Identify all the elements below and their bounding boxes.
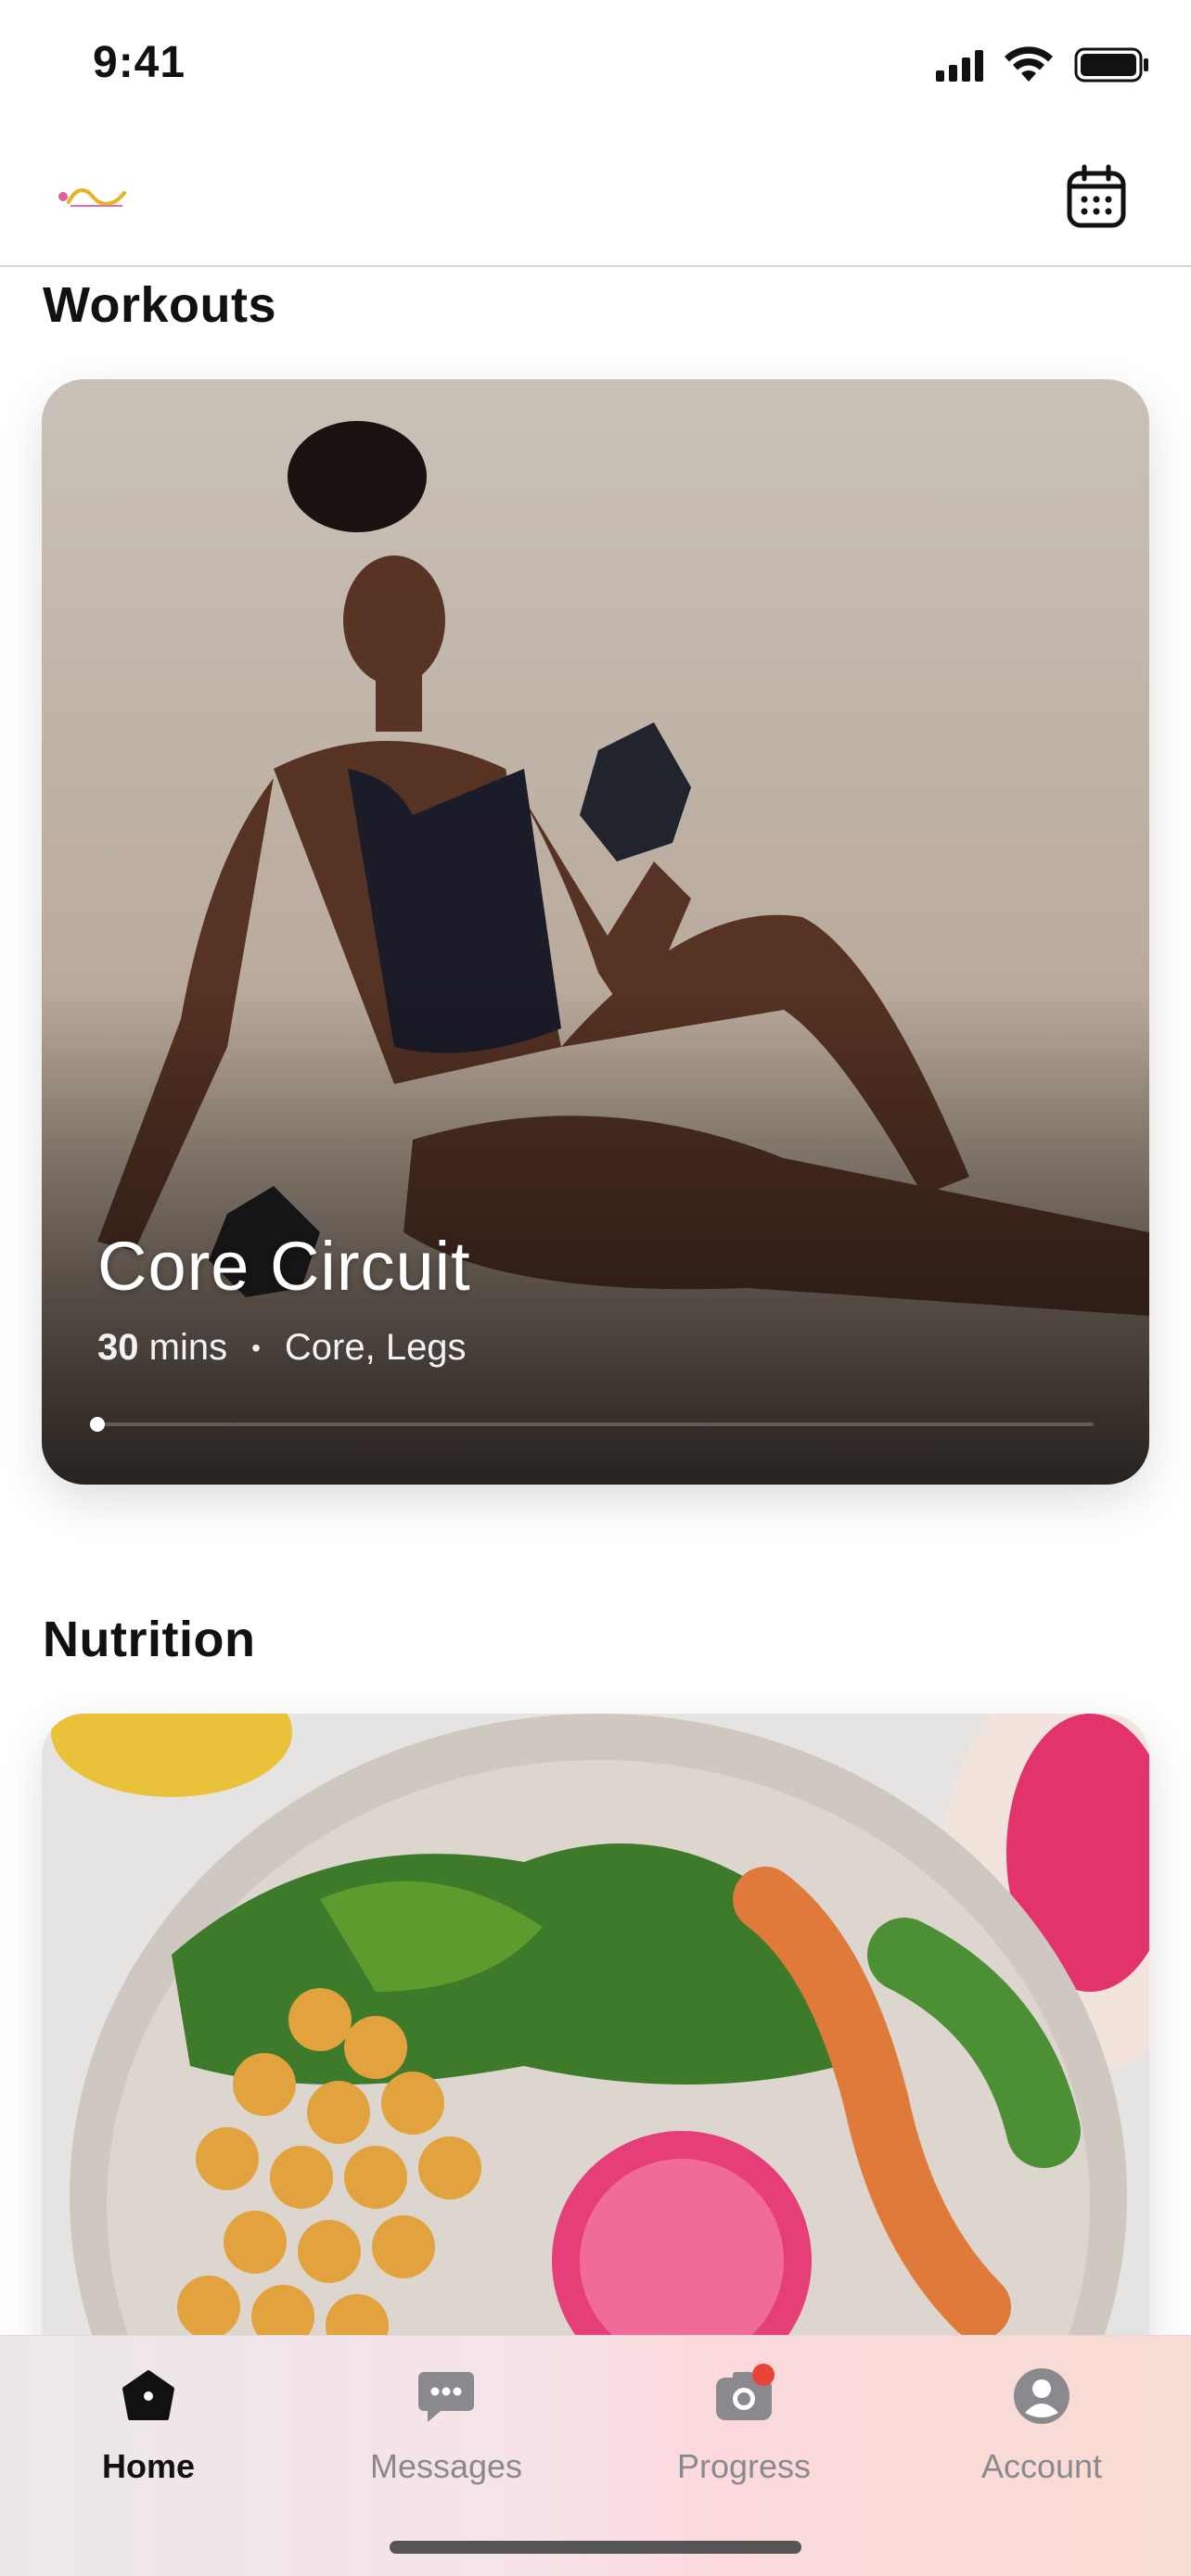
cellular-signal-icon: [936, 48, 983, 82]
home-icon: [116, 2364, 181, 2429]
nutrition-card[interactable]: [42, 1714, 1149, 2418]
app-header: [0, 130, 1191, 267]
sculpted-logo[interactable]: [58, 184, 128, 211]
tab-messages-label: Messages: [369, 2447, 523, 2485]
tab-account-label: Account: [980, 2447, 1103, 2485]
battery-icon: [1074, 47, 1148, 83]
progress-badge-dot: [752, 2364, 775, 2386]
tab-progress-label: Progress: [676, 2447, 812, 2485]
workout-progress-track: [90, 1417, 1094, 1432]
nutrition-section-title: Nutrition: [43, 1612, 256, 1667]
chat-bubble-icon: [414, 2364, 479, 2429]
nutrition-photo: [42, 1714, 1149, 2418]
tab-bar: Home Messages Progress Account: [0, 2335, 1191, 2576]
person-icon: [1009, 2364, 1074, 2429]
workout-card[interactable]: Core Circuit 30 mins • Core, Legs: [42, 379, 1149, 1485]
calendar-button[interactable]: [1063, 163, 1130, 230]
camera-icon: [711, 2364, 776, 2429]
tab-account[interactable]: Account: [893, 2364, 1190, 2512]
tab-home[interactable]: Home: [0, 2364, 297, 2512]
tab-home-label: Home: [101, 2447, 196, 2485]
home-indicator: [390, 2541, 801, 2554]
wifi-icon: [1005, 46, 1053, 82]
workout-photo: [42, 379, 1149, 1485]
tab-progress[interactable]: Progress: [596, 2364, 892, 2512]
status-time: 9:41: [93, 38, 186, 87]
workout-categories: Core, Legs: [284, 1327, 467, 1368]
workout-duration: 30 mins: [97, 1327, 227, 1369]
workouts-section-title: Workouts: [43, 277, 277, 333]
workout-meta: 30 mins • Core, Legs: [97, 1327, 467, 1369]
tab-messages[interactable]: Messages: [298, 2364, 595, 2512]
workout-duration-value: 30: [97, 1327, 139, 1368]
status-icons: [936, 46, 1150, 83]
workout-progress-knob: [90, 1417, 105, 1432]
workout-title: Core Circuit: [97, 1228, 471, 1305]
screen: 9:41 Workouts Core Circuit 30 mins • Cor…: [0, 0, 1191, 2576]
meta-separator: •: [251, 1333, 261, 1362]
calendar-icon: [1067, 164, 1126, 228]
workout-duration-unit: mins: [148, 1327, 228, 1368]
status-bar: 9:41: [0, 0, 1191, 130]
